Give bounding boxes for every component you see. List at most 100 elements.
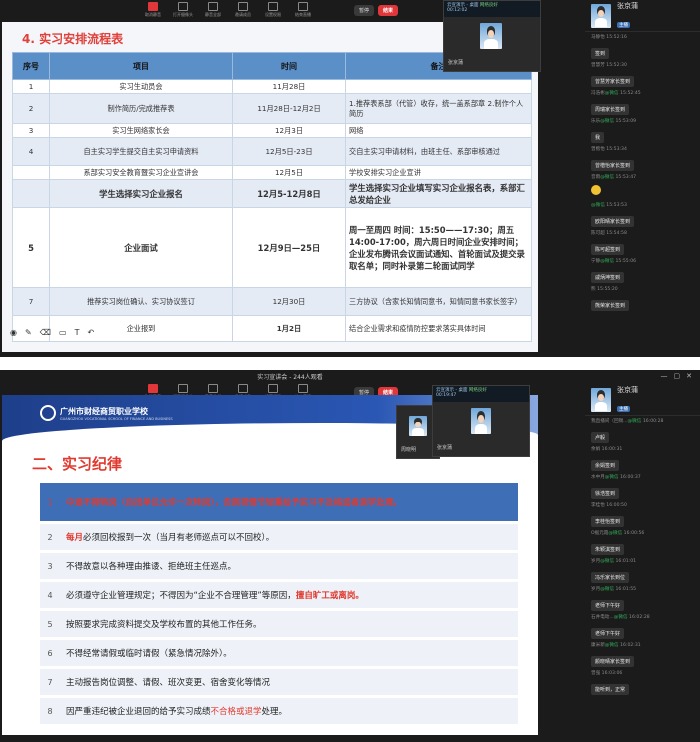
- participant-name: 周晓明: [401, 447, 417, 453]
- chat-bubble: 周瑞家长签到: [591, 104, 630, 115]
- wechat-tag: @微信: [600, 175, 614, 180]
- chat-bubble: 徐浩签到: [591, 488, 620, 499]
- table-cell: 推荐实习岗位确认、实习协议签订: [49, 287, 233, 316]
- chat-bubble: 曾楷怡家长签到: [591, 160, 635, 171]
- pause-button[interactable]: 暂停: [354, 4, 375, 16]
- chat-message: 石井电动...@微信 16:02:28 老师下午好: [585, 612, 700, 640]
- table-row: 3 实习生网络家长会 12月3日 网络: [12, 123, 532, 138]
- chat-message: 岁月@微信 16:01:01 冯乐家长到位: [585, 556, 700, 584]
- table-cell: 5: [12, 207, 50, 288]
- table-cell: [345, 79, 532, 94]
- chat-bubble: 颜晓晴家长签到: [591, 656, 635, 667]
- rule-row: 6 不得经常请假或临时请假（紧急情况除外）。: [40, 640, 518, 666]
- permission-button[interactable]: 设置权限: [260, 1, 286, 19]
- table-cell: 三方协议（含家长知情同意书，知情同意书家长签字）: [345, 287, 532, 316]
- table-row: 7 推荐实习岗位确认、实习协议签订 12月30日 三方协议（含家长知情同意书，知情同意…: [12, 287, 532, 316]
- table-row: 学生选择实习企业报名 12月5-12月8日 学生选择实习企业填写实习企业报名表，系部…: [12, 179, 532, 208]
- chat-message: 曾慧芳 15:52:30 曾慧芳家长签到: [585, 60, 700, 88]
- video-window[interactable]: 云宣演示 - 桌面 网络良好 00:19:47 张京蒲: [432, 385, 530, 457]
- chat-message: @微信 15:53:53 欧阳晴家长签到: [585, 200, 700, 228]
- chat-message-list: 马静怡 15:52:16 签到 曾慧芳 15:52:30 曾慧芳家长签到 冯浩彬@微信 …: [585, 32, 700, 312]
- unmute-button[interactable]: 取消静音: [140, 1, 166, 19]
- stop-icon: [298, 2, 308, 11]
- close-icon[interactable]: ✕: [686, 372, 692, 380]
- camera-icon: [178, 384, 188, 393]
- chat-message: 熊 15:55:20 熊荣家长签到: [585, 284, 700, 312]
- table-cell: 11月28日-12月2日: [232, 93, 346, 124]
- chat-message: 陈可超 15:54:58 陈可超签到: [585, 228, 700, 256]
- end-live-button[interactable]: 结束直播: [290, 1, 316, 19]
- chat-bubble: 朱颖淇签到: [591, 544, 625, 555]
- chat-time: 16:02:28: [629, 615, 650, 620]
- text-icon[interactable]: T: [75, 328, 80, 337]
- rule-row: 5 按照要求完成资料提交及学校布置的其他工作任务。: [40, 611, 518, 637]
- table-cell: 4: [12, 137, 50, 166]
- table-cell: 学生选择实习企业填写实习企业报名表，系部汇总发给企业: [345, 179, 532, 208]
- wechat-tag: @微信: [627, 419, 642, 424]
- table-cell: 周一至周四 时间：15:50——17:30；周五14:00-17:00，周六周日…: [345, 207, 532, 288]
- host-badge: 主播: [617, 406, 630, 412]
- participant-avatar: [409, 416, 427, 436]
- eraser-icon[interactable]: ⌫: [40, 328, 51, 337]
- host-name: 张京蒲: [617, 2, 638, 10]
- chat-message: 康米新@微信 16:02:31 颜晓晴家长签到: [585, 640, 700, 668]
- rule-row: 8 因严重违纪被企业退回的给予实习成绩不合格或退学处理。: [40, 698, 518, 724]
- undo-icon[interactable]: ↶: [87, 328, 94, 337]
- shape-icon[interactable]: ▭: [59, 328, 67, 337]
- rule-row: 1 中途不得转岗（自找单位允许一次转岗），否则视情节轻重给予实习不及格或者退学处理…: [40, 483, 518, 521]
- chat-time: 15:53:09: [615, 119, 637, 124]
- rule-row: 4 必须遵守企业管理规定；不得因为“企业不合理管理”等原因，擅自旷工或离岗。: [40, 582, 518, 608]
- column-header: 序号: [12, 52, 50, 80]
- column-header: 项目: [49, 52, 233, 80]
- table-row: 1 实习生动员会 11月28日: [12, 79, 532, 94]
- host-avatar: [480, 23, 502, 49]
- chat-message: 马静怡 15:52:16 签到: [585, 32, 700, 60]
- camera-button[interactable]: 打开摄像头: [170, 1, 196, 19]
- host-name-tag: 张京蒲: [437, 445, 453, 451]
- minimize-icon[interactable]: —: [661, 372, 668, 380]
- chat-message: 水中月@微信 16:00:37 徐浩签到: [585, 472, 700, 500]
- chat-time: 15:52:16: [606, 35, 627, 40]
- chat-panel: 张京蒲 主播 马静怡 15:52:16 签到 曾慧芳 15:52:30 曾慧芳家长签到冯…: [585, 0, 700, 357]
- rule-row: 7 主动报告岗位调整、请假、班次变更、宿舍变化等情况: [40, 669, 518, 695]
- chat-bubble: 戚炳坤签到: [591, 272, 625, 283]
- end-button[interactable]: 结束: [378, 4, 399, 16]
- chat-time: 16:00:37: [620, 475, 641, 480]
- table-cell: 企业面试: [49, 207, 233, 288]
- school-seal-icon: [40, 405, 56, 421]
- table-cell: 交自主实习申请材料，由班主任、系部审核通过: [345, 137, 532, 166]
- table-cell: 2: [12, 93, 50, 124]
- table-cell: 制作简历/完成推荐表: [49, 93, 233, 124]
- mute-all-button[interactable]: 静音全部: [200, 1, 226, 19]
- table-cell: 结合企业需求和疫情防控要求落实具体时间: [345, 315, 532, 342]
- maximize-icon[interactable]: ▢: [674, 372, 681, 380]
- mute-icon: [208, 2, 218, 11]
- chat-time: 16:00:56: [623, 531, 645, 536]
- lock-icon: [268, 384, 278, 393]
- column-header: 时间: [232, 52, 346, 80]
- pen-icon[interactable]: ✎: [25, 328, 32, 337]
- table-cell: 3: [12, 123, 50, 138]
- table-cell: 学校安排实习企业宣讲: [345, 165, 532, 180]
- chat-bubble: 能听到，正常: [591, 684, 630, 695]
- rule-row: 3 不得故意以各种理由推诿、拒绝班主任巡点。: [40, 553, 518, 579]
- meeting-toolbar: 取消静音 打开摄像头 静音全部 邀请成员 设置权限 结束直播 暂停 结束: [140, 0, 430, 20]
- table-cell: 7: [12, 287, 50, 316]
- mute-icon: [208, 384, 218, 393]
- invite-button[interactable]: 邀请成员: [230, 1, 256, 19]
- chat-message: 李桂怡 16:00:50 李桂怡签到: [585, 500, 700, 528]
- table-cell: 自主实习学生提交自主实习申请资料: [49, 137, 233, 166]
- slide-heading: 4. 实习安排流程表: [22, 32, 124, 46]
- chat-message: 乐乐@微信 15:53:09 我: [585, 116, 700, 144]
- chat-message-list: 我直播间（回锡...@微信 16:00:28 卢毅 余娟 16:00:31 余娟签到水…: [585, 416, 700, 696]
- chat-bubble: 熊荣家长签到: [591, 300, 630, 311]
- invite-icon: [238, 2, 248, 11]
- table-cell: 实习生网络家长会: [49, 123, 233, 138]
- mic-icon: [148, 2, 158, 11]
- table-cell: 学生选择实习企业报名: [49, 179, 233, 208]
- invite-icon: [238, 384, 248, 393]
- school-logo: 广州市财经商贸职业学校 GUANGZHOU VOCATIONAL SCHOOL O…: [40, 405, 173, 421]
- window-title: 实习宣讲会 - 244人观看: [257, 374, 323, 381]
- video-window[interactable]: 云宣演示 - 桌面 网络良好 00:12:02 张京蒲: [443, 0, 541, 72]
- record-icon[interactable]: ◉: [10, 328, 17, 337]
